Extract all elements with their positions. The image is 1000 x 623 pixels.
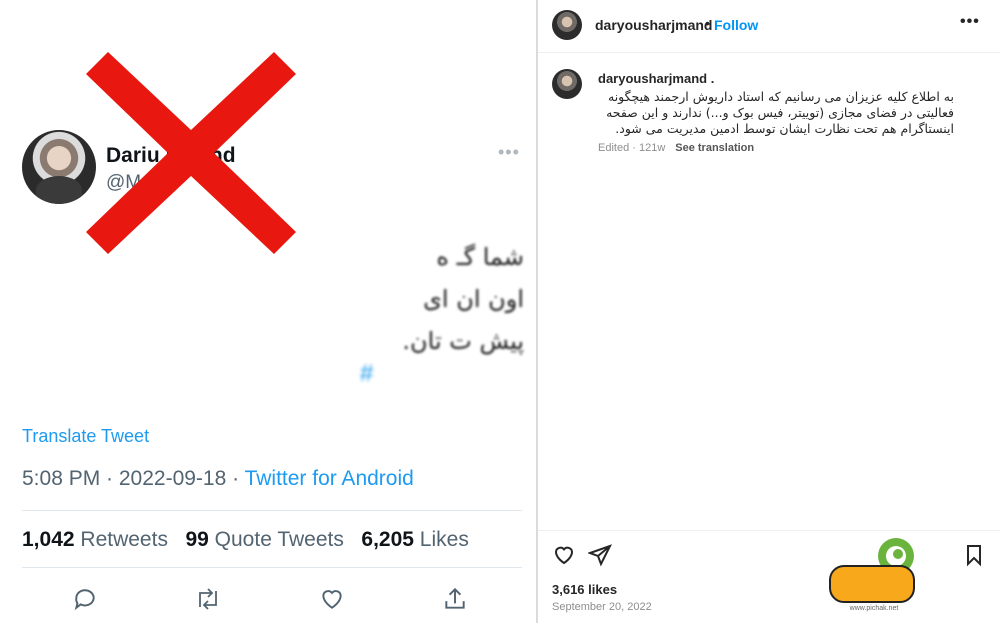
tweet-time-text: 5:08 PM · 2022-09-18 · bbox=[22, 467, 245, 490]
quotes-count: 99 bbox=[185, 528, 209, 551]
tweet-timestamp: 5:08 PM · 2022-09-18 · Twitter for Andro… bbox=[22, 467, 414, 491]
avatar[interactable] bbox=[552, 10, 582, 40]
likes-count[interactable]: 3,616 likes bbox=[552, 582, 617, 597]
more-options-icon[interactable]: ••• bbox=[960, 13, 980, 31]
pichak-logo bbox=[829, 538, 915, 603]
tweet-author-handle: @M bbox=[106, 172, 142, 193]
tweet-line: اون ان ای bbox=[423, 285, 524, 313]
translate-tweet-link: Translate Tweet bbox=[22, 426, 150, 446]
divider bbox=[22, 567, 522, 568]
post-username[interactable]: daryousharjmand bbox=[595, 17, 712, 33]
tweet-stats: 1,042 Retweets 99 Quote Tweets 6,205 Lik… bbox=[22, 528, 469, 552]
tweet-body: شما گـ ه اون ان ای پیش ت تان. bbox=[20, 236, 524, 362]
tweet-source: Twitter for Android bbox=[244, 467, 414, 490]
likes-count: 6,205 bbox=[361, 528, 414, 551]
share-icon bbox=[440, 584, 470, 614]
caption-username[interactable]: daryousharjmand . bbox=[598, 71, 714, 86]
tweet-actions bbox=[70, 584, 470, 614]
tweet-hashtag: # bbox=[360, 360, 374, 387]
more-icon: ••• bbox=[498, 142, 520, 162]
likes-label: Likes bbox=[419, 528, 469, 551]
separator-dot: • bbox=[705, 15, 710, 31]
caption-meta: Edited · 121w See translation bbox=[598, 142, 754, 154]
like-icon bbox=[317, 584, 347, 614]
instagram-panel: daryousharjmand • Follow ••• daryousharj… bbox=[538, 0, 1000, 623]
tweet-line: پیش ت تان. bbox=[402, 327, 524, 355]
watermark-url: www.pichak.net bbox=[849, 605, 899, 612]
tweet-line: شما گـ ه bbox=[436, 243, 524, 271]
send-icon[interactable] bbox=[588, 543, 612, 567]
see-translation-link[interactable]: See translation bbox=[675, 142, 754, 154]
post-date: September 20, 2022 bbox=[552, 601, 652, 613]
caption-text: به اطلاع کلیه عزیزان می رسانیم که استاد … bbox=[606, 89, 954, 136]
quotes-label: Quote Tweets bbox=[214, 528, 344, 551]
tweet-author-name: Dariu rjmand bbox=[106, 144, 236, 167]
bookmark-icon[interactable] bbox=[962, 543, 986, 567]
actions-divider bbox=[538, 530, 1000, 531]
divider bbox=[22, 510, 522, 511]
retweets-label: Retweets bbox=[80, 528, 168, 551]
header-divider bbox=[538, 52, 1000, 53]
caption-avatar[interactable] bbox=[552, 69, 582, 99]
retweets-count: 1,042 bbox=[22, 528, 75, 551]
reply-icon bbox=[70, 584, 100, 614]
edited-time: Edited · 121w bbox=[598, 142, 666, 154]
follow-button[interactable]: Follow bbox=[714, 17, 758, 33]
heart-icon[interactable] bbox=[552, 543, 576, 567]
tweet-avatar bbox=[22, 130, 96, 204]
retweet-icon bbox=[193, 584, 223, 614]
tweet-screenshot: Dariu rjmand @M ••• شما گـ ه اون ان ای پ… bbox=[0, 0, 536, 623]
